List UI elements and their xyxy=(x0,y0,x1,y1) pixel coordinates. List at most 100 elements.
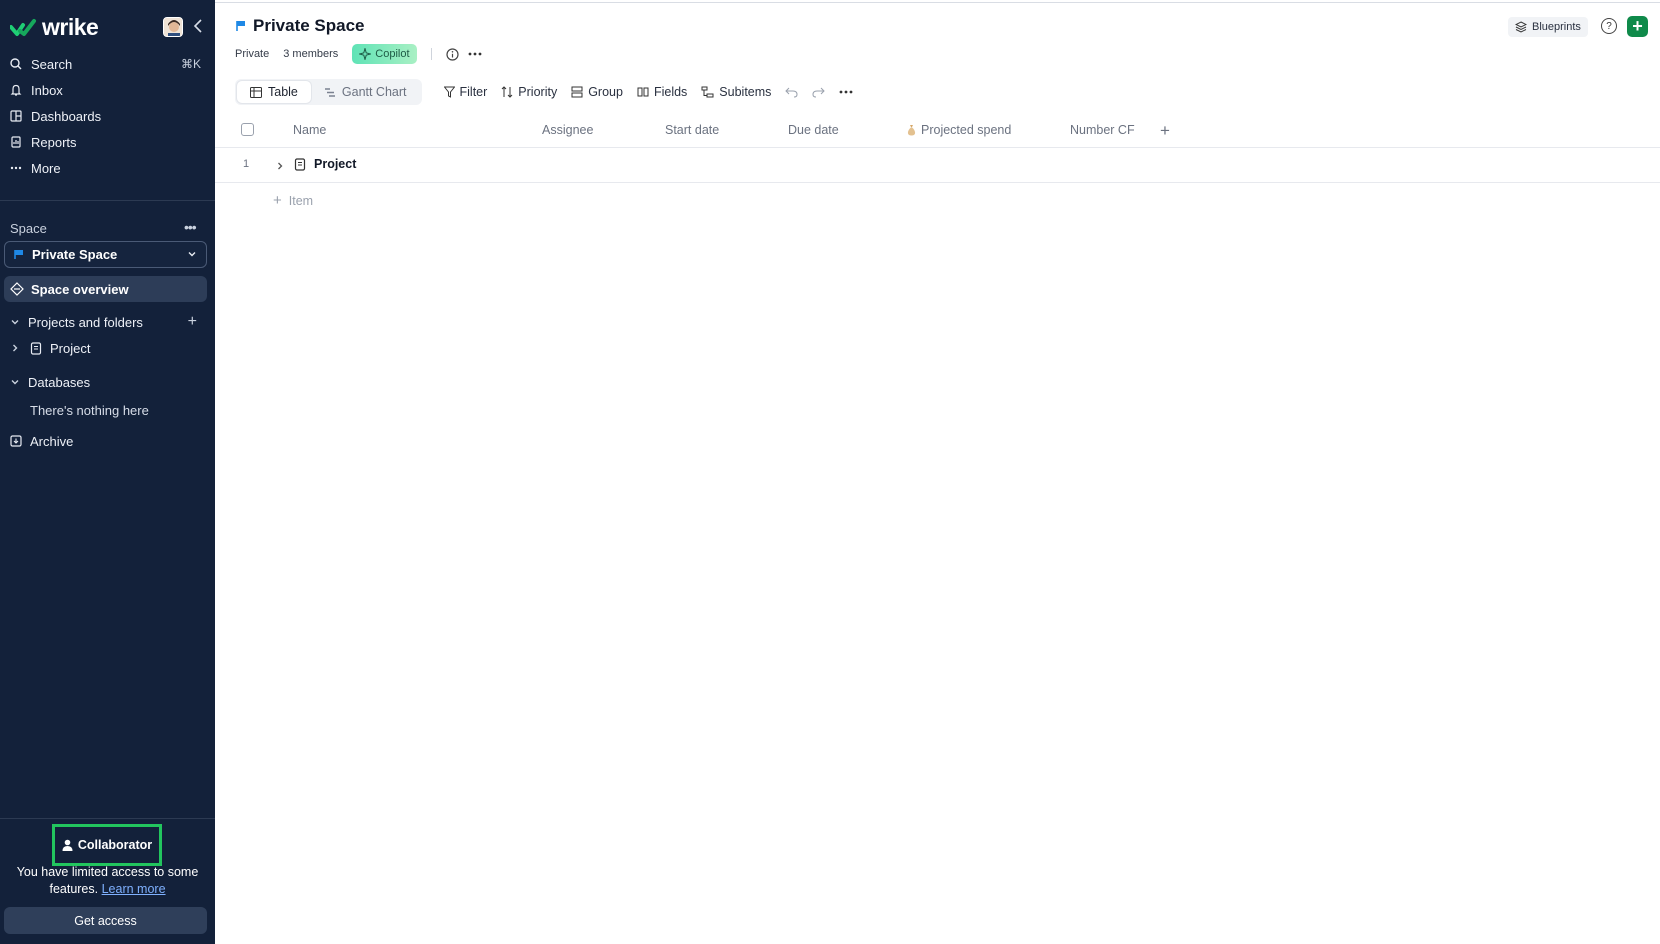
wrike-logo[interactable]: wrike xyxy=(10,14,99,41)
collapse-sidebar-button[interactable] xyxy=(190,16,206,36)
meta-divider xyxy=(430,48,432,60)
row-name[interactable]: Project xyxy=(314,157,356,171)
sidebar-databases[interactable]: Databases xyxy=(10,371,205,393)
group-button[interactable]: Group xyxy=(571,85,623,99)
table-row[interactable] xyxy=(215,148,1660,183)
more-dots-icon xyxy=(10,162,22,174)
sidebar-item-dashboards[interactable]: Dashboards xyxy=(10,104,205,128)
undo-icon xyxy=(785,87,798,97)
get-access-button[interactable]: Get access xyxy=(4,907,207,934)
top-border xyxy=(215,2,1660,3)
priority-button[interactable]: Priority xyxy=(501,85,557,99)
view-toolbar: Table Gantt Chart Filter Priority Group … xyxy=(235,79,853,105)
privacy-label[interactable]: Private xyxy=(235,48,269,60)
page-header: Private Space xyxy=(236,16,365,36)
subitems-button[interactable]: Subitems xyxy=(701,85,771,99)
copilot-button[interactable]: Copilot xyxy=(352,44,417,64)
column-header-name[interactable]: Name xyxy=(293,123,326,137)
collaborator-badge: Collaborator xyxy=(52,824,162,866)
row-number: 1 xyxy=(243,158,250,170)
archive-icon xyxy=(10,435,22,447)
tool-label: Group xyxy=(588,85,623,99)
sidebar-item-project[interactable]: Project xyxy=(10,337,205,359)
fields-icon xyxy=(637,87,649,97)
gantt-icon xyxy=(324,87,335,97)
sidebar-item-label: Reports xyxy=(31,134,77,150)
tab-label: Table xyxy=(268,85,298,99)
fields-button[interactable]: Fields xyxy=(637,85,687,99)
sidebar: wrike Search ⌘K Inbox Dashboards Reports… xyxy=(0,0,215,944)
sidebar-item-reports[interactable]: Reports xyxy=(10,130,205,154)
add-item-button[interactable]: + Item xyxy=(273,192,313,209)
sidebar-item-search[interactable]: Search ⌘K xyxy=(10,52,205,76)
redo-button[interactable] xyxy=(812,87,826,98)
sidebar-item-label: Databases xyxy=(28,374,91,390)
blueprints-button[interactable]: Blueprints xyxy=(1508,17,1588,37)
page-title: Private Space xyxy=(253,16,365,35)
logo-text: wrike xyxy=(42,14,99,40)
add-new-button[interactable]: + xyxy=(1627,16,1648,37)
space-more-icon[interactable]: ••• xyxy=(184,219,200,235)
tab-label: Gantt Chart xyxy=(341,85,407,99)
space-meta: Private 3 members Copilot xyxy=(235,44,482,64)
dashboard-icon xyxy=(10,110,22,122)
tab-gantt-chart[interactable]: Gantt Chart xyxy=(311,81,420,103)
column-header-number-cf[interactable]: Number CF xyxy=(1070,123,1135,137)
sidebar-item-label: Inbox xyxy=(31,82,63,98)
sidebar-item-label: Dashboards xyxy=(31,108,102,124)
members-label[interactable]: 3 members xyxy=(283,48,338,60)
undo-button[interactable] xyxy=(785,87,798,98)
sidebar-item-label: Archive xyxy=(30,433,74,449)
sidebar-item-label: More xyxy=(31,160,61,176)
column-header-label: Projected spend xyxy=(921,123,1012,137)
add-column-icon[interactable]: + xyxy=(1160,121,1170,141)
chevron-down-icon xyxy=(11,380,19,385)
sidebar-item-label: Space overview xyxy=(31,281,129,297)
collaborator-label: Collaborator xyxy=(77,838,153,852)
databases-empty-text: There's nothing here xyxy=(30,403,149,418)
column-header-projected-spend[interactable]: Projected spend xyxy=(907,123,1011,137)
plus-icon: + xyxy=(273,192,282,209)
space-selector[interactable]: Private Space xyxy=(4,241,207,268)
more-dots-icon xyxy=(840,90,853,94)
sidebar-divider xyxy=(0,818,215,819)
add-item-label: Item xyxy=(288,193,314,208)
chevron-left-icon xyxy=(193,19,202,33)
tool-label: Filter xyxy=(459,85,488,99)
sidebar-item-space-overview[interactable]: Space overview xyxy=(4,276,207,302)
info-icon[interactable] xyxy=(446,47,460,61)
help-icon[interactable]: ? xyxy=(1601,18,1617,34)
sidebar-item-archive[interactable]: Archive xyxy=(10,430,205,452)
limited-access-notice: You have limited access to some features… xyxy=(10,864,205,898)
expand-row-icon[interactable] xyxy=(275,159,285,174)
chevron-right-icon xyxy=(13,344,18,352)
user-icon xyxy=(62,839,73,851)
redo-icon xyxy=(812,87,826,97)
avatar[interactable] xyxy=(163,17,183,37)
sidebar-divider xyxy=(0,200,215,201)
column-header-assignee[interactable]: Assignee xyxy=(542,123,593,137)
select-all-checkbox[interactable] xyxy=(241,123,254,136)
chevron-down-icon xyxy=(11,320,19,325)
chevron-down-icon xyxy=(188,252,196,257)
add-project-icon[interactable]: + xyxy=(188,313,197,331)
more-options-button[interactable] xyxy=(839,90,853,94)
space-section-label: Space xyxy=(10,221,47,236)
column-header-start-date[interactable]: Start date xyxy=(665,123,719,137)
space-selector-label: Private Space xyxy=(32,247,118,262)
sidebar-item-inbox[interactable]: Inbox xyxy=(10,78,205,102)
column-header-due-date[interactable]: Due date xyxy=(788,123,839,137)
sidebar-item-more[interactable]: More xyxy=(10,156,205,180)
tab-table[interactable]: Table xyxy=(237,81,311,103)
copilot-label: Copilot xyxy=(375,48,410,60)
more-dots-icon[interactable] xyxy=(468,47,482,61)
flag-icon xyxy=(236,21,245,31)
filter-button[interactable]: Filter xyxy=(443,85,488,99)
learn-more-link[interactable]: Learn more xyxy=(102,882,166,896)
tool-label: Fields xyxy=(653,85,688,99)
layers-icon xyxy=(1515,21,1527,33)
sparkle-icon xyxy=(359,48,372,60)
sidebar-projects-folders[interactable]: Projects and folders + xyxy=(10,311,205,333)
bell-icon xyxy=(10,84,22,96)
tool-label: Subitems xyxy=(719,85,772,99)
